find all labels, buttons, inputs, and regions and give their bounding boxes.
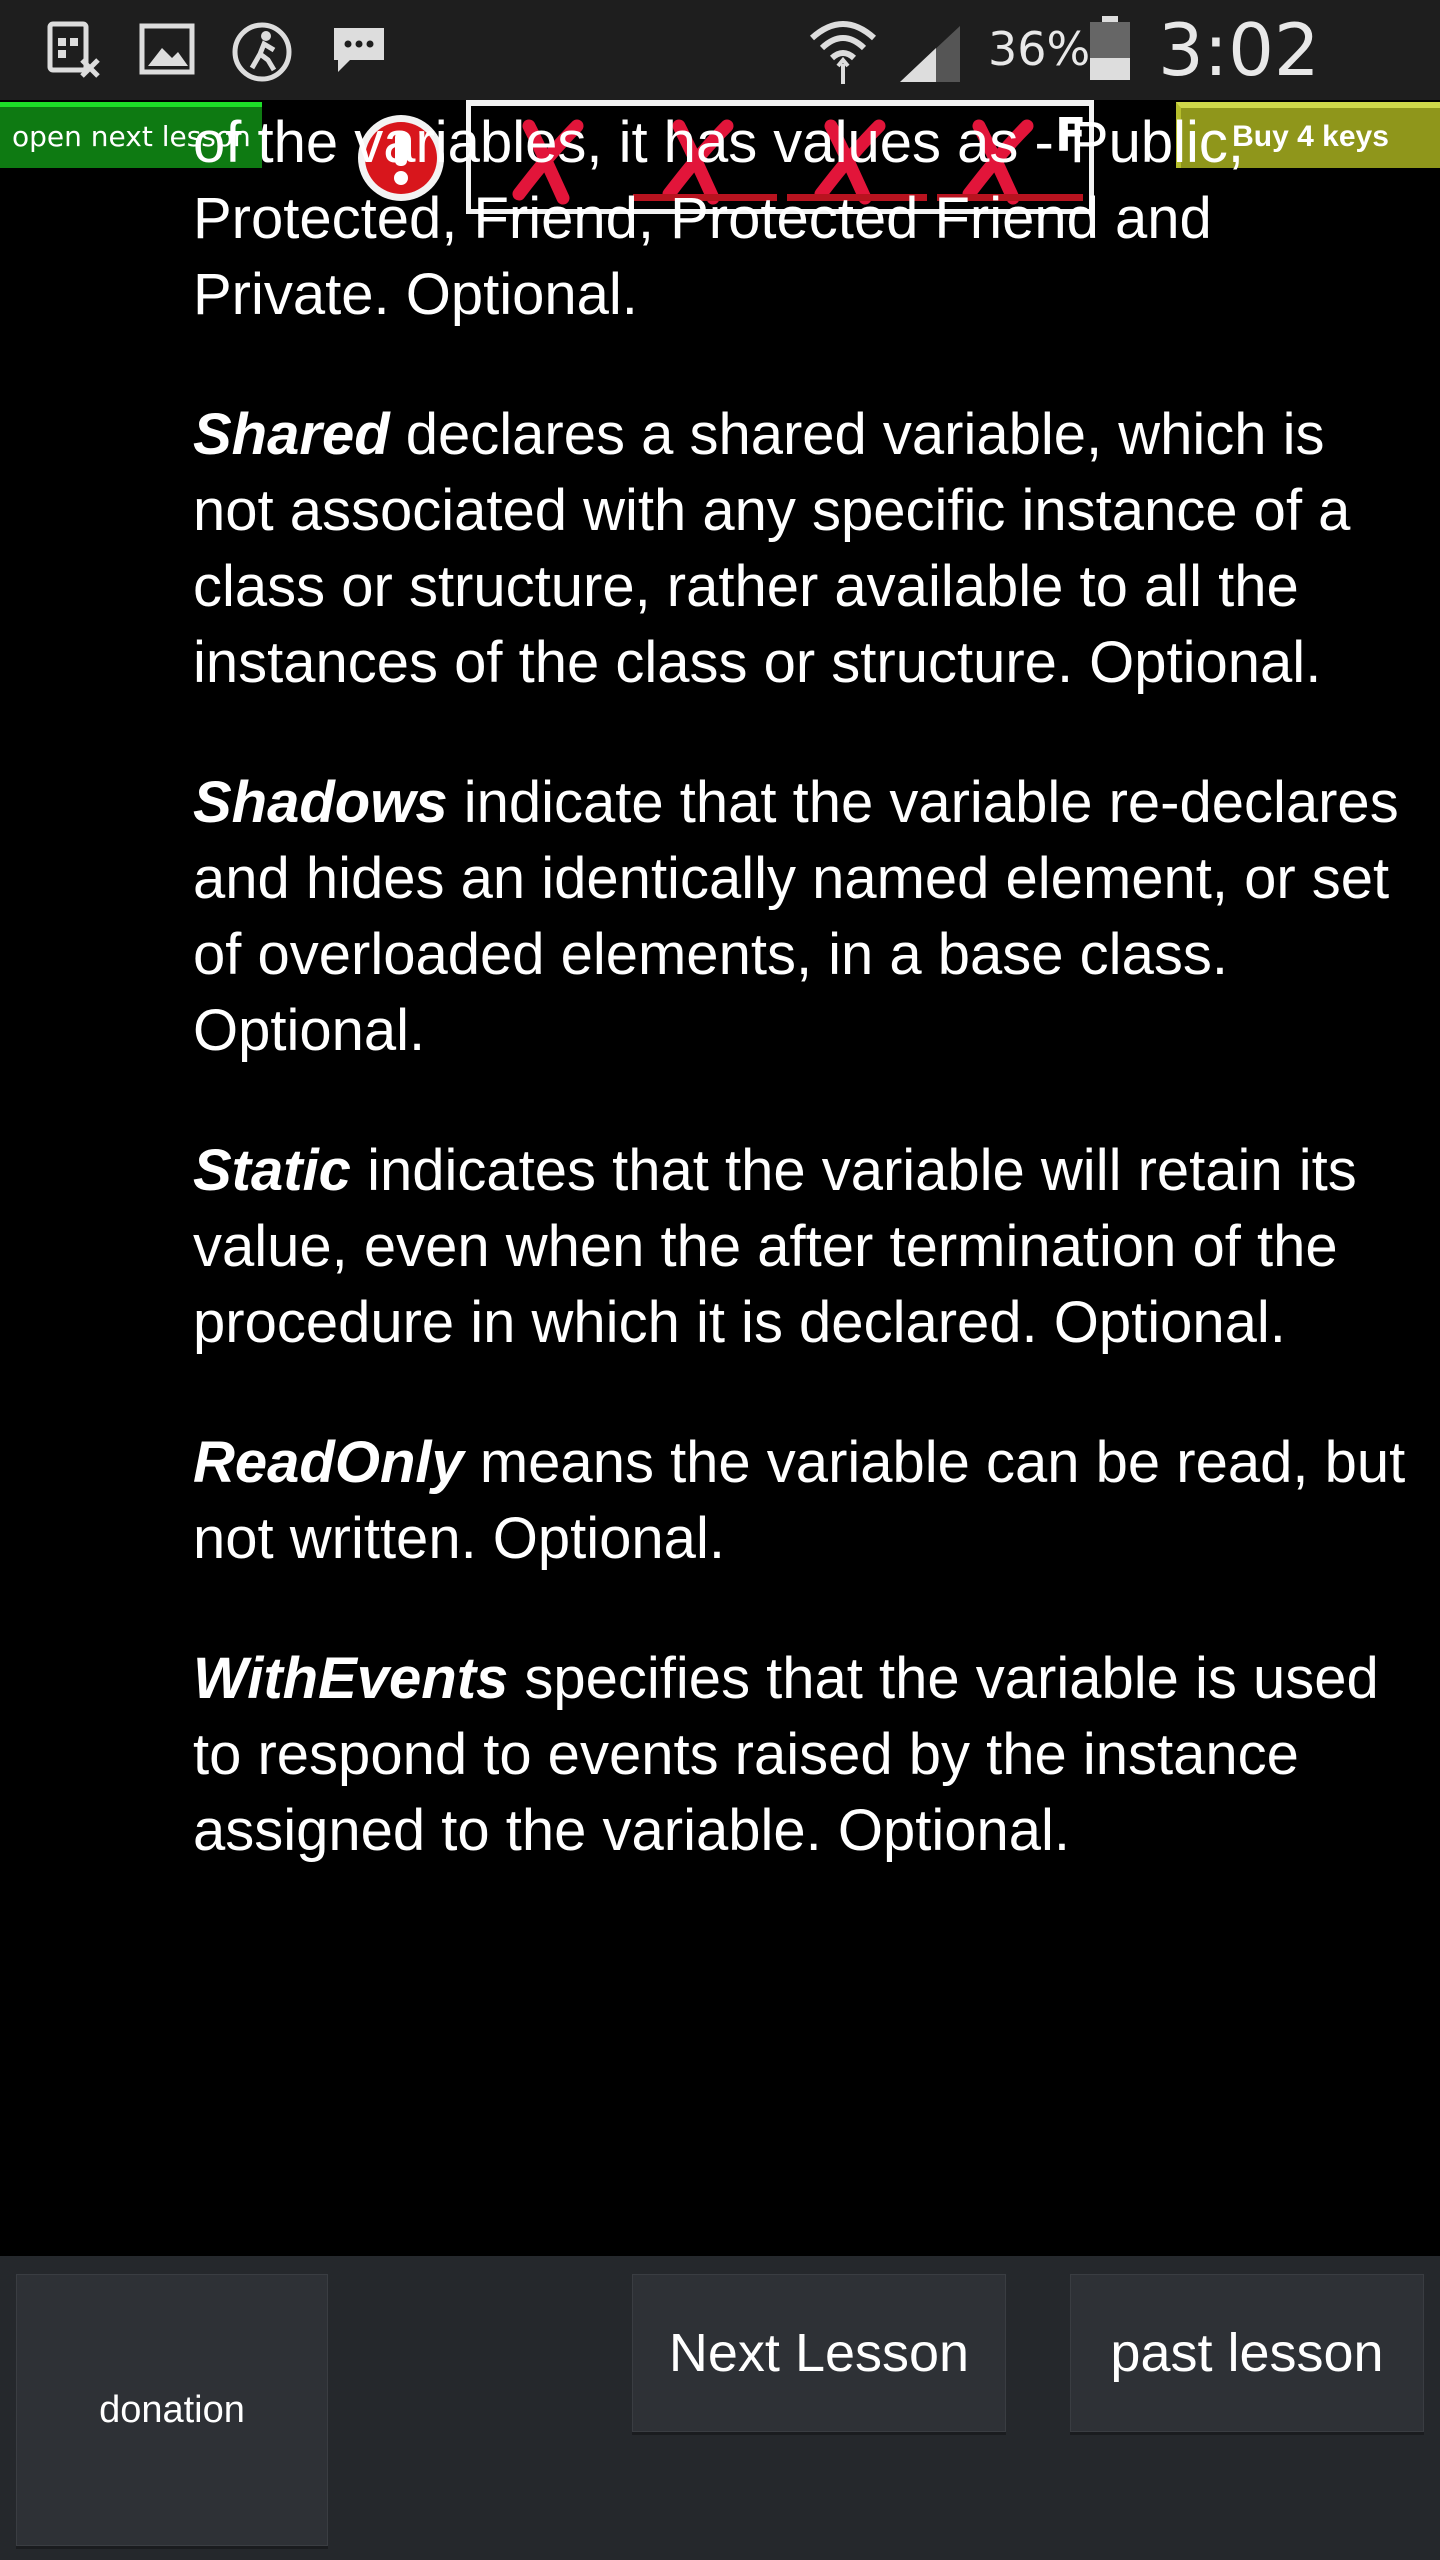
battery-icon [1088,16,1132,86]
term-static: Static [193,1138,351,1203]
past-lesson-button[interactable]: past lesson [1070,2274,1424,2432]
term-shared: Shared [193,402,390,467]
donation-button[interactable]: donation [16,2274,328,2546]
lesson-paragraph: of the variables, it has values as - Pub… [193,110,1244,327]
term-shadows: Shadows [193,770,448,835]
lesson-paragraph: Static indicates that the variable will … [193,1138,1357,1355]
term-readonly: ReadOnly [193,1430,464,1495]
running-icon [230,20,294,88]
messenger-icon [328,20,390,84]
signal-icon [896,22,966,88]
sim-card-icon [44,20,104,84]
status-bar: 36% 3:02 PM [0,0,1440,176]
term-withevents: WithEvents [193,1646,509,1711]
lesson-paragraph: Shared declares a shared variable, which… [193,402,1351,695]
gallery-icon [138,20,198,84]
next-lesson-button[interactable]: Next Lesson [632,2274,1006,2432]
lesson-paragraph: WithEvents specifies that the variable i… [193,1646,1379,1863]
lesson-content: of the variables, it has values as - Pub… [193,110,1413,1933]
wifi-icon [808,14,878,90]
lesson-paragraph: ReadOnly means the variable can be read,… [193,1430,1406,1571]
lesson-paragraph: Shadows indicate that the variable re-de… [193,770,1399,1063]
battery-percent: 36% [988,22,1091,76]
